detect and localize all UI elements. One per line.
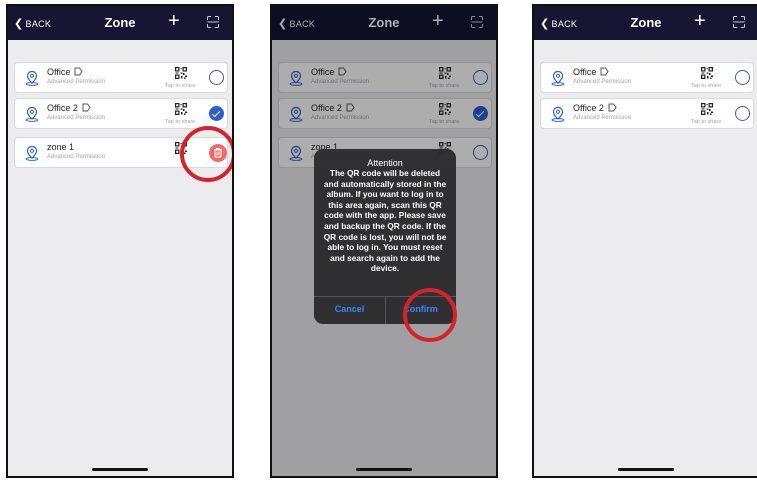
zone-name: Office [47,67,71,77]
share-label[interactable]: Tap to share [691,83,721,89]
zone-name: Office 2 [47,103,78,113]
home-indicator [356,468,412,471]
home-indicator [618,468,674,471]
phone-screen-1: ❮ BACK Zone + Office Advanced Permission … [6,4,234,478]
dialog-title: Attention [367,158,403,168]
trash-icon [214,148,222,158]
select-radio[interactable] [735,106,750,121]
qr-code-icon[interactable] [701,103,713,115]
share-label[interactable]: Tap to share [691,119,721,125]
plus-icon[interactable]: + [168,10,180,33]
delete-confirm-dialog: Attention The QR code will be deleted an… [314,149,456,324]
rename-icon[interactable] [82,103,91,112]
location-user-icon [25,145,39,161]
zone-card-office-2[interactable]: Office 2 Advanced Permission Tap to shar… [540,98,754,129]
zone-name: Office [573,67,597,77]
zone-card-zone-1[interactable]: zone 1 Advanced Permission [14,137,228,168]
phone-screen-3: ❮ BACK Zone + Office Advanced Permission … [532,4,757,478]
zone-list: Office Advanced Permission Tap to share … [534,40,757,476]
qr-code-icon[interactable] [175,103,187,115]
zone-card-office[interactable]: Office Advanced Permission Tap to share [14,62,228,93]
share-label[interactable]: Tap to share [165,83,195,89]
location-user-icon [25,106,39,122]
qr-code-icon[interactable] [701,67,713,79]
rename-icon[interactable] [608,103,617,112]
zone-card-office[interactable]: Office Advanced Permission Tap to share [540,62,754,93]
scan-icon[interactable] [207,16,219,28]
cancel-button[interactable]: Cancel [314,304,385,314]
nav-header: ❮ BACK Zone + [8,6,232,40]
zone-name: zone 1 [47,142,75,152]
qr-code-icon[interactable] [175,142,187,154]
zone-subtitle: Advanced Permission [573,79,632,85]
share-label[interactable]: Tap to share [165,119,195,125]
zone-subtitle: Advanced Permission [47,79,106,85]
page-title: Zone [630,15,662,30]
location-user-icon [551,70,565,86]
zone-name: Office 2 [573,103,604,113]
zone-subtitle: Advanced Permission [47,115,106,121]
zone-card-office-2[interactable]: Office 2 Advanced Permission Tap to shar… [14,98,228,129]
location-user-icon [25,70,39,86]
qr-code-icon[interactable] [175,67,187,79]
confirm-button[interactable]: Confirm [385,304,456,314]
zone-list: Office Advanced Permission Tap to share … [8,40,232,476]
zone-subtitle: Advanced Permission [47,154,106,160]
select-radio[interactable] [735,70,750,85]
delete-button[interactable] [209,144,227,162]
page-title: Zone [104,15,136,30]
location-user-icon [551,106,565,122]
zone-subtitle: Advanced Permission [573,115,632,121]
nav-header: ❮ BACK Zone + [534,6,757,40]
select-radio[interactable] [209,70,224,85]
dialog-actions: Cancel Confirm [314,296,456,324]
phone-screen-2: ❮ BACK Zone + Office Advanced Permission … [270,4,498,478]
home-indicator [92,468,148,471]
plus-icon[interactable]: + [694,10,706,33]
dialog-message: The QR code will be deleted and automati… [323,168,447,274]
rename-icon[interactable] [600,67,609,76]
scan-icon[interactable] [733,16,745,28]
rename-icon[interactable] [74,67,83,76]
check-icon[interactable] [209,106,224,121]
